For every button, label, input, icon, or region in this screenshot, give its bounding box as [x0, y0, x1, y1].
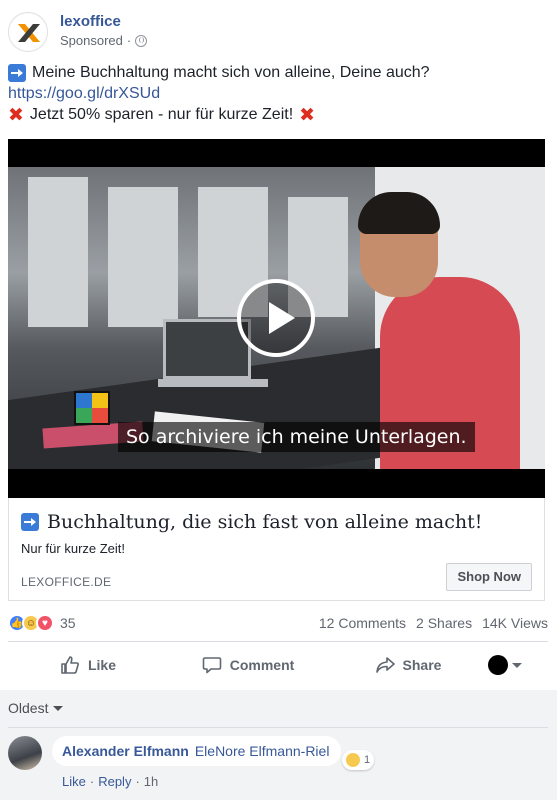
audience-selector[interactable] [488, 655, 548, 675]
link-domain: LEXOFFICE.DE [21, 575, 112, 589]
post-text: Meine Buchhaltung macht sich von alleine… [8, 62, 548, 125]
comments-count[interactable]: 12 Comments [319, 615, 406, 631]
cross-mark-icon: ✖ [8, 103, 24, 126]
separator: · [126, 33, 132, 48]
cross-mark-icon: ✖ [299, 103, 316, 126]
comment-reaction-count: 1 [364, 754, 371, 766]
comment-reaction-badge[interactable]: 1 [342, 750, 375, 770]
video-player[interactable]: So archiviere ich meine Unterlagen. [8, 139, 545, 498]
post-text-line1: Meine Buchhaltung macht sich von alleine… [32, 64, 430, 81]
post-link-line: https://goo.gl/drXSUd [8, 83, 548, 104]
comment-label: Comment [229, 657, 295, 673]
chevron-down-icon [512, 662, 522, 668]
rubiks-cube [74, 391, 110, 425]
arrow-right-icon [21, 513, 39, 531]
post-text-line: ✖ Jetzt 50% sparen - nur für kurze Zeit!… [8, 104, 548, 125]
comment-reply-link[interactable]: Reply [98, 774, 131, 789]
comment-author[interactable]: Alexander Elfmann [62, 743, 189, 759]
post-text-line3: Jetzt 50% sparen - nur für kurze Zeit! [29, 106, 294, 123]
page-name-link[interactable]: lexoffice [60, 13, 147, 31]
sort-label: Oldest [8, 700, 49, 716]
page-meta: lexoffice Sponsored · [60, 13, 148, 51]
share-icon [375, 657, 395, 673]
comment-bubble: Alexander Elfmann EleNore Elfmann-Riel [52, 736, 342, 766]
window-pane [108, 187, 178, 327]
engagement-stats: 👍 ☺ ♥ 35 12 Comments 2 Shares 14K Views [8, 612, 548, 634]
share-label: Share [402, 657, 442, 673]
post-text-line: Meine Buchhaltung macht sich von alleine… [8, 62, 548, 83]
comment-button[interactable]: Comment [168, 655, 328, 675]
divider [8, 727, 548, 728]
post-header: lexoffice Sponsored · [8, 10, 148, 54]
stats-right: 12 Comments 2 Shares 14K Views [319, 615, 548, 631]
link-card[interactable]: Buchhaltung, die sich fast von alleine m… [8, 498, 545, 601]
sponsored-label[interactable]: Sponsored [60, 31, 123, 51]
link-title[interactable]: Buchhaltung, die sich fast von alleine m… [21, 510, 482, 534]
like-label: Like [87, 657, 116, 673]
sponsored-row: Sponsored · [60, 31, 148, 51]
separator: · [89, 774, 95, 789]
shares-count[interactable]: 2 Shares [416, 615, 472, 631]
window-pane [28, 177, 88, 327]
play-icon[interactable] [237, 279, 315, 357]
love-reaction-icon: ♥ [36, 614, 54, 632]
arrow-right-icon [8, 63, 26, 82]
comment-like-link[interactable]: Like [62, 774, 86, 789]
link-title-text[interactable]: Buchhaltung, die sich fast von alleine m… [47, 510, 482, 534]
comment-mention[interactable]: EleNore Elfmann-Riel [195, 743, 330, 759]
comment-actions: Like · Reply · 1h [62, 774, 158, 789]
avatar [488, 655, 508, 675]
views-count[interactable]: 14K Views [482, 615, 548, 631]
haha-reaction-icon [346, 753, 360, 767]
like-icon [61, 656, 79, 674]
reactions-summary[interactable]: 👍 ☺ ♥ 35 [8, 614, 76, 632]
share-button[interactable]: Share [328, 655, 488, 675]
shop-now-button[interactable]: Shop Now [446, 563, 532, 591]
laptop-base [158, 379, 268, 387]
lexoffice-logo-icon[interactable] [8, 12, 48, 52]
comment-sort-dropdown[interactable]: Oldest [8, 700, 64, 716]
comments-section: Oldest Alexander Elfmann EleNore Elfmann… [0, 690, 557, 800]
post-link[interactable]: https://goo.gl/drXSUd [8, 83, 160, 104]
link-subtitle: Nur für kurze Zeit! [21, 541, 126, 556]
separator: · [135, 774, 140, 789]
action-bar: Like Comment Share [8, 645, 548, 685]
globe-icon[interactable] [135, 35, 148, 47]
reactions-count[interactable]: 35 [60, 615, 76, 631]
divider [8, 641, 548, 642]
commenter-avatar[interactable] [8, 736, 42, 770]
comment-icon [202, 657, 222, 674]
comment-time[interactable]: 1h [144, 774, 158, 789]
chevron-down-icon [53, 705, 64, 711]
video-caption: So archiviere ich meine Unterlagen. [118, 422, 475, 452]
like-button[interactable]: Like [8, 655, 168, 675]
